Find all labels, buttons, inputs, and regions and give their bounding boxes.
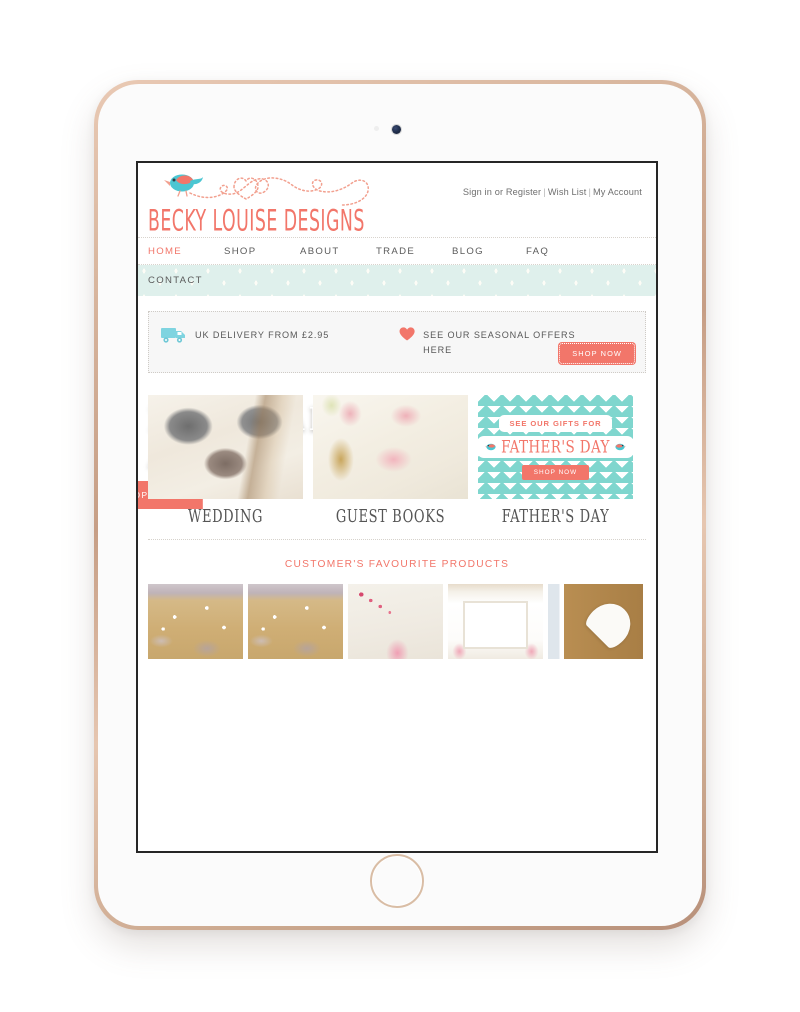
nav-item-about[interactable]: ABOUT: [300, 246, 376, 257]
website-page: BECKY LOUISE DESIGNS Sign in or Register…: [138, 163, 656, 851]
promo-section: UK DELIVERY FROM £2.95 SEE OUR SEASONAL …: [138, 297, 656, 373]
promo-box: UK DELIVERY FROM £2.95 SEE OUR SEASONAL …: [148, 311, 646, 373]
nav-item-blog[interactable]: BLOG: [452, 246, 526, 257]
favourites-row: [138, 570, 656, 659]
sign-in-register-link[interactable]: Sign in or Register: [463, 187, 541, 197]
category-title-fathers-day: FATHER'S DAY: [501, 507, 610, 527]
favourite-product-1[interactable]: [148, 584, 243, 659]
account-links: Sign in or Register | Wish List | My Account: [463, 187, 642, 197]
category-title-guest-books: GUEST BOOKS: [335, 507, 446, 527]
ipad-device-frame: BECKY LOUISE DESIGNS Sign in or Register…: [94, 80, 706, 930]
section-divider: [148, 539, 646, 540]
category-title-wedding: WEDDING: [187, 507, 264, 527]
category-image-guest-books: [313, 395, 468, 499]
delivery-truck-icon: [161, 328, 185, 343]
main-navigation: HOME SHOP ABOUT TRADE BLOG FAQ: [138, 237, 656, 265]
camera-icon: [392, 125, 401, 134]
my-account-link[interactable]: My Account: [593, 187, 642, 197]
bird-icon: [485, 443, 496, 450]
favourites-heading: CUSTOMER'S FAVOURITE PRODUCTS: [284, 559, 510, 570]
wish-list-link[interactable]: Wish List: [548, 187, 587, 197]
favourite-product-5[interactable]: [548, 584, 643, 659]
secondary-navigation: CONTACT: [138, 265, 656, 297]
promo-delivery: UK DELIVERY FROM £2.95: [161, 326, 329, 344]
nav-item-contact[interactable]: CONTACT: [148, 275, 203, 286]
fathers-day-line2-box: FATHER'S DAY: [478, 435, 633, 458]
category-image-wedding: [148, 395, 303, 499]
fathers-day-line1: SEE OUR GIFTS FOR: [499, 414, 612, 432]
product-image: [448, 584, 543, 659]
favourite-product-3[interactable]: [348, 584, 443, 659]
favourite-product-4[interactable]: [448, 584, 543, 659]
promo-delivery-text: UK DELIVERY FROM £2.95: [195, 330, 330, 340]
nav-item-trade[interactable]: TRADE: [376, 246, 452, 257]
fathers-day-banner: SEE OUR GIFTS FOR FATHER'S DAY SHOP NOW: [478, 395, 633, 499]
guest-books-photo: [313, 395, 468, 499]
nav-item-shop[interactable]: SHOP: [224, 246, 300, 257]
tablet-screen: BECKY LOUISE DESIGNS Sign in or Register…: [136, 161, 658, 853]
site-logo[interactable]: BECKY LOUISE DESIGNS: [146, 167, 376, 238]
wedding-photo: [148, 395, 303, 499]
category-image-fathers-day: SEE OUR GIFTS FOR FATHER'S DAY SHOP NOW: [478, 395, 633, 499]
ipad-front-face: BECKY LOUISE DESIGNS Sign in or Register…: [98, 84, 702, 926]
home-button[interactable]: [370, 854, 424, 908]
screenshot-stage: BECKY LOUISE DESIGNS Sign in or Register…: [0, 0, 800, 1012]
bird-with-heart-swirl-icon: [164, 174, 369, 206]
product-image: [548, 584, 643, 659]
promo-offers-link[interactable]: SEE OUR SEASONAL OFFERS HERE: [423, 330, 575, 355]
nav-item-home[interactable]: HOME: [148, 246, 224, 257]
product-image: [348, 584, 443, 659]
logo-wordmark: BECKY LOUISE DESIGNS: [148, 203, 365, 238]
bird-icon: [615, 443, 626, 450]
product-image: [248, 584, 343, 659]
fathers-day-shop-now-button[interactable]: SHOP NOW: [521, 464, 590, 480]
nav-item-faq[interactable]: FAQ: [526, 246, 549, 257]
category-tiles: WEDDING GUEST BOOKS SEE OUR GIFTS FOR FA…: [138, 383, 656, 527]
fathers-day-line2: FATHER'S DAY: [501, 436, 610, 457]
heart-icon: [399, 327, 415, 341]
site-header: BECKY LOUISE DESIGNS Sign in or Register…: [138, 163, 656, 238]
hero-section: PERSONALISED ALBUMS SHOP NOW: [138, 373, 656, 509]
favourite-product-2[interactable]: [248, 584, 343, 659]
product-image: [148, 584, 243, 659]
category-tile-fathers-day[interactable]: SEE OUR GIFTS FOR FATHER'S DAY SHOP NOW …: [478, 395, 633, 527]
promo-shop-now-button[interactable]: SHOP NOW: [559, 343, 635, 364]
ambient-sensor-icon: [374, 126, 379, 131]
category-tile-guest-books[interactable]: GUEST BOOKS: [313, 395, 468, 527]
